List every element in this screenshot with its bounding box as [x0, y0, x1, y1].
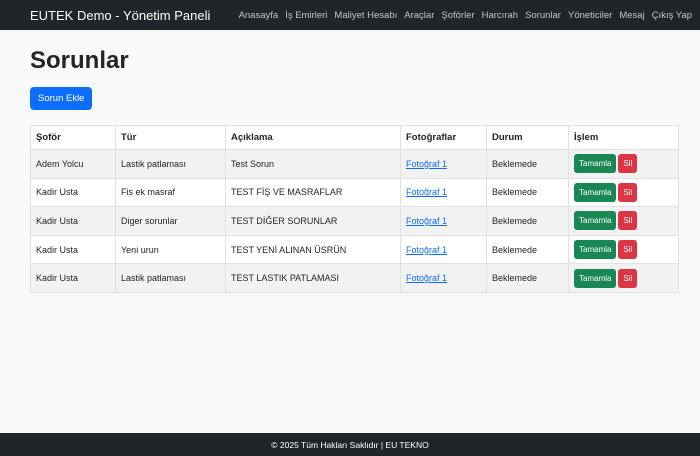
cell-fotograflar: Fotoğraf 1 [400, 234, 487, 265]
nav-link-yoneticiler[interactable]: Yöneticiler [568, 10, 612, 21]
table-row: Kadir Usta Yeni urun TEST YENİ ALINAN ÜS… [30, 234, 679, 265]
nav-link-cikis-yap[interactable]: Çıkış Yap [652, 10, 692, 21]
header-fotograflar: Fotoğraflar [400, 125, 487, 150]
complete-button[interactable]: Tamamla [574, 182, 617, 202]
photo-link[interactable]: Fotoğraf 1 [406, 216, 447, 226]
nav-link-is-emirleri[interactable]: İş Emirleri [285, 10, 327, 21]
cell-tur: Diger sorunlar [115, 206, 226, 236]
footer-text: © 2025 Tüm Hakları Saklıdır | EU TEKNO [271, 439, 429, 450]
nav-link-araclar[interactable]: Araçlar [404, 10, 434, 21]
add-problem-button[interactable]: Sorun Ekle [30, 87, 93, 110]
cell-durum: Beklemede [486, 206, 569, 236]
problems-table: Şoför Tür Açıklama Fotoğraflar Durum İşl… [30, 125, 679, 293]
cell-durum: Beklemede [486, 263, 569, 293]
nav-link-soforler[interactable]: Şoförler [441, 10, 474, 21]
table-row: Kadir Usta Lastik patlaması TEST LASTIK … [30, 263, 679, 293]
delete-button[interactable]: Sil [618, 211, 638, 231]
cell-durum: Beklemede [486, 234, 569, 265]
cell-islem: Tamamla Sil [568, 234, 679, 265]
complete-button[interactable]: Tamamla [574, 154, 617, 174]
header-aciklama: Açıklama [225, 125, 401, 150]
cell-islem: Tamamla Sil [568, 149, 679, 179]
cell-sofor: Kadir Usta [30, 263, 116, 293]
page-footer: © 2025 Tüm Hakları Saklıdır | EU TEKNO [0, 433, 700, 456]
photo-link[interactable]: Fotoğraf 1 [406, 245, 447, 255]
cell-durum: Beklemede [486, 149, 569, 179]
cell-islem: Tamamla Sil [568, 206, 679, 236]
header-islem: İşlem [568, 125, 679, 150]
cell-islem: Tamamla Sil [568, 263, 679, 293]
top-navbar: EUTEK Demo - Yönetim Paneli Anasayfa İş … [0, 0, 700, 30]
cell-fotograflar: Fotoğraf 1 [400, 177, 487, 208]
nav-link-harcirah[interactable]: Harcırah [482, 10, 518, 21]
cell-tur: Lastik patlaması [115, 263, 226, 293]
nav-link-sorunlar[interactable]: Sorunlar [525, 10, 561, 21]
main-content: Sorunlar Sorun Ekle Şoför Tür Açıklama F… [0, 46, 700, 293]
cell-aciklama: Test Sorun [225, 149, 401, 179]
delete-button[interactable]: Sil [618, 240, 638, 260]
delete-button[interactable]: Sil [618, 268, 638, 288]
cell-sofor: Kadir Usta [30, 206, 116, 236]
cell-islem: Tamamla Sil [568, 177, 679, 208]
complete-button[interactable]: Tamamla [574, 211, 617, 231]
cell-fotograflar: Fotoğraf 1 [400, 263, 487, 293]
complete-button[interactable]: Tamamla [574, 268, 617, 288]
header-sofor: Şoför [30, 125, 116, 150]
header-tur: Tür [115, 125, 226, 150]
table-row: Kadir Usta Fis ek masraf TEST FİŞ VE MAS… [30, 177, 679, 208]
cell-sofor: Kadir Usta [30, 177, 116, 208]
delete-button[interactable]: Sil [618, 154, 638, 174]
header-durum: Durum [486, 125, 569, 150]
complete-button[interactable]: Tamamla [574, 240, 617, 260]
table-row: Kadir Usta Diger sorunlar TEST DİĞER SOR… [30, 206, 679, 236]
cell-sofor: Kadir Usta [30, 234, 116, 265]
navbar-brand[interactable]: EUTEK Demo - Yönetim Paneli [30, 8, 210, 23]
cell-aciklama: TEST LASTIK PATLAMASI [225, 263, 401, 293]
photo-link[interactable]: Fotoğraf 1 [406, 187, 447, 197]
nav-links: Anasayfa İş Emirleri Maliyet Hesabı Araç… [239, 10, 692, 21]
cell-tur: Lastik patlaması [115, 149, 226, 179]
table-header-row: Şoför Tür Açıklama Fotoğraflar Durum İşl… [30, 125, 679, 150]
photo-link[interactable]: Fotoğraf 1 [406, 159, 447, 169]
table-row: Adem Yolcu Lastik patlaması Test Sorun F… [30, 149, 679, 179]
cell-tur: Yeni urun [115, 234, 226, 265]
photo-link[interactable]: Fotoğraf 1 [406, 273, 447, 283]
nav-link-anasayfa[interactable]: Anasayfa [239, 10, 279, 21]
cell-fotograflar: Fotoğraf 1 [400, 149, 487, 179]
cell-sofor: Adem Yolcu [30, 149, 116, 179]
cell-aciklama: TEST YENİ ALINAN ÜSRÜN [225, 234, 401, 265]
delete-button[interactable]: Sil [618, 182, 638, 202]
cell-aciklama: TEST FİŞ VE MASRAFLAR [225, 177, 401, 208]
nav-link-maliyet-hesabi[interactable]: Maliyet Hesabı [334, 10, 397, 21]
cell-fotograflar: Fotoğraf 1 [400, 206, 487, 236]
page-title: Sorunlar [30, 47, 129, 74]
cell-aciklama: TEST DİĞER SORUNLAR [225, 206, 401, 236]
cell-durum: Beklemede [486, 177, 569, 208]
cell-tur: Fis ek masraf [115, 177, 226, 208]
nav-link-mesaj[interactable]: Mesaj [619, 10, 644, 21]
